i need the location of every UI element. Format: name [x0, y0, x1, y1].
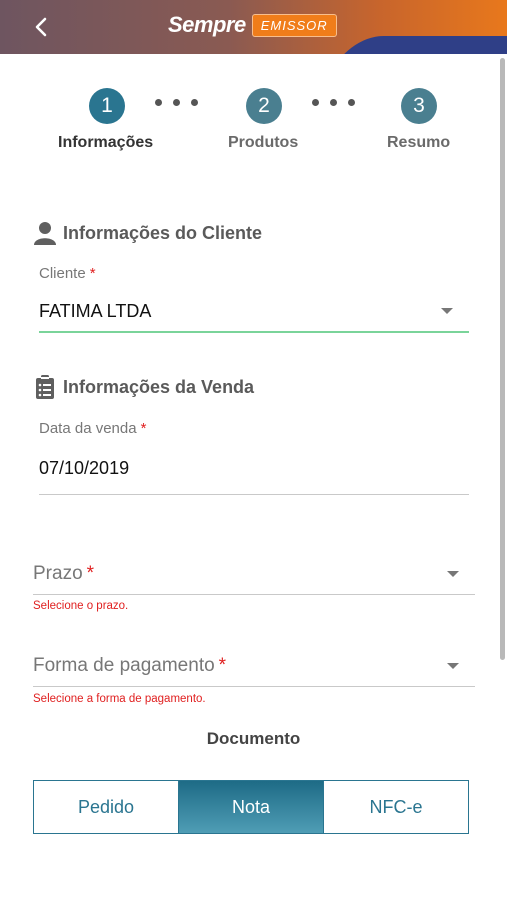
date-field-label: Data da venda *	[39, 420, 147, 437]
document-type-selector: Pedido Nota NFC-e	[33, 780, 469, 834]
document-option-nota[interactable]: Nota	[178, 781, 323, 833]
document-option-nfce[interactable]: NFC-e	[323, 781, 468, 833]
client-select[interactable]: FATIMA LTDA	[39, 301, 151, 322]
sale-section-title: Informações da Venda	[33, 374, 254, 400]
scrollbar[interactable]	[500, 58, 505, 660]
header-decoration	[330, 36, 507, 54]
date-input[interactable]: 07/10/2019	[39, 458, 129, 479]
person-icon	[33, 220, 57, 246]
chevron-left-icon	[35, 17, 47, 37]
payment-error: Selecione a forma de pagamento.	[33, 693, 206, 705]
client-section-label: Informações do Cliente	[63, 222, 263, 243]
step-1-label: Informações	[58, 134, 154, 151]
chevron-down-icon[interactable]	[447, 571, 459, 577]
step-dots-2	[312, 99, 355, 106]
back-button[interactable]	[26, 12, 56, 42]
prazo-underline	[33, 594, 475, 595]
logo-text: Sempre	[168, 12, 246, 37]
app-header: Sempre EMISSOR	[0, 0, 507, 54]
prazo-error: Selecione o prazo.	[33, 600, 129, 612]
client-section-title: Informações do Cliente	[33, 220, 262, 246]
chevron-down-icon[interactable]	[447, 663, 459, 669]
step-2-circle[interactable]: 2	[246, 88, 282, 124]
clipboard-icon	[33, 374, 57, 400]
app-logo: Sempre EMISSOR	[168, 10, 337, 40]
document-option-pedido[interactable]: Pedido	[34, 781, 178, 833]
payment-underline	[33, 686, 475, 687]
client-underline	[39, 331, 469, 333]
date-underline	[39, 494, 469, 495]
step-2-label: Produtos	[228, 134, 299, 151]
step-1-circle[interactable]: 1	[89, 88, 125, 124]
document-title: Documento	[206, 729, 301, 748]
step-3-label: Resumo	[387, 134, 451, 151]
client-field-label: Cliente *	[39, 265, 96, 282]
step-3-circle[interactable]: 3	[401, 88, 437, 124]
logo-badge: EMISSOR	[251, 13, 337, 37]
chevron-down-icon[interactable]	[441, 308, 453, 314]
step-dots-1	[155, 99, 198, 106]
payment-select[interactable]: Forma de pagamento *	[33, 655, 226, 677]
prazo-select[interactable]: Prazo *	[33, 563, 94, 585]
sale-section-label: Informações da Venda	[63, 376, 255, 397]
